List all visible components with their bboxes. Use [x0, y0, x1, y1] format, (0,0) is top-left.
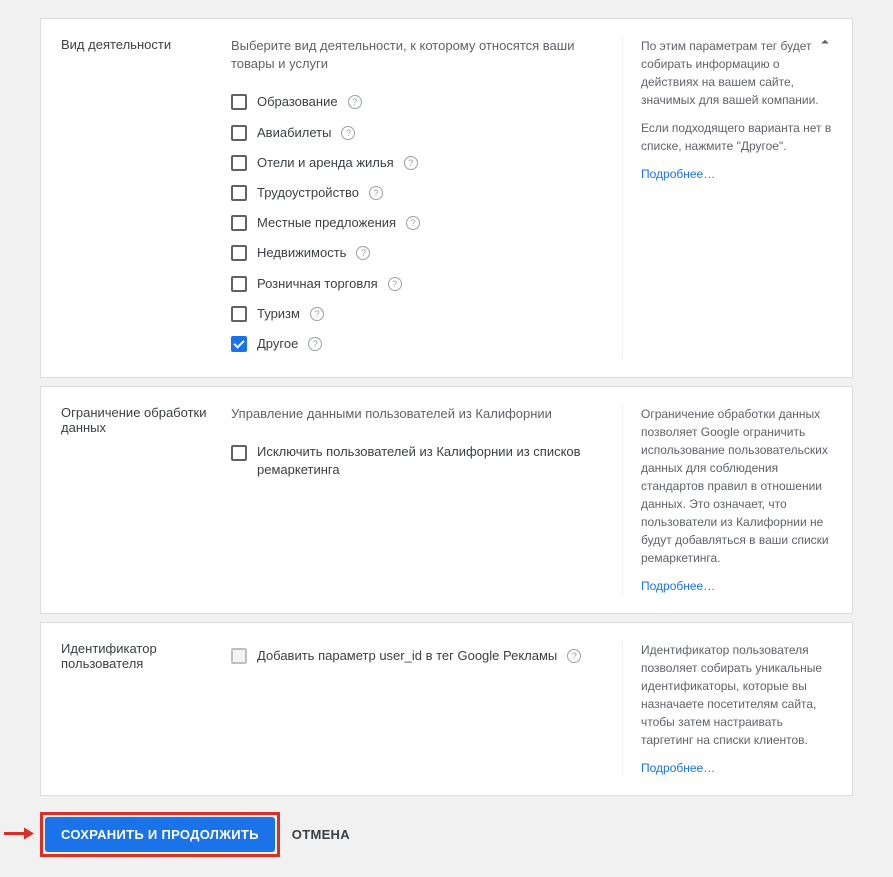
activity-option-checkbox[interactable] [231, 276, 247, 292]
exclude-california-label: Исключить пользователей из Калифорнии из… [257, 443, 612, 479]
help-icon[interactable] [356, 246, 370, 260]
activity-option-row: Трудоустройство [231, 178, 612, 208]
help-icon[interactable] [308, 337, 322, 351]
help-icon[interactable] [348, 95, 362, 109]
help-icon[interactable] [310, 307, 324, 321]
user-id-checkbox-label: Добавить параметр user_id в тег Google Р… [257, 647, 557, 665]
activity-option-label: Образование [257, 93, 338, 111]
save-button-highlight: СОХРАНИТЬ И ПРОДОЛЖИТЬ [40, 812, 280, 857]
activity-option-checkbox[interactable] [231, 125, 247, 141]
activity-option-checkbox[interactable] [231, 94, 247, 110]
data-restriction-card: Ограничение обработки данных Управление … [40, 386, 853, 614]
activity-learn-more-link[interactable]: Подробнее… [641, 167, 715, 181]
help-icon[interactable] [341, 126, 355, 140]
user-id-row: Добавить параметр user_id в тег Google Р… [231, 641, 612, 671]
user-id-checkbox[interactable] [231, 648, 247, 664]
user-id-card: Идентификатор пользователя Добавить пара… [40, 622, 853, 796]
activity-option-row: Образование [231, 87, 612, 117]
activity-option-checkbox[interactable] [231, 185, 247, 201]
data-restriction-label: Ограничение обработки данных [61, 405, 231, 595]
cancel-button[interactable]: ОТМЕНА [292, 827, 350, 842]
activity-option-label: Трудоустройство [257, 184, 359, 202]
user-id-label: Идентификатор пользователя [61, 641, 231, 777]
activity-option-label: Местные предложения [257, 214, 396, 232]
activity-option-checkbox[interactable] [231, 245, 247, 261]
exclude-california-row: Исключить пользователей из Калифорнии из… [231, 437, 612, 485]
activity-option-row: Недвижимость [231, 238, 612, 268]
exclude-california-checkbox[interactable] [231, 445, 247, 461]
help-icon[interactable] [404, 156, 418, 170]
activity-option-checkbox[interactable] [231, 215, 247, 231]
activity-option-row: Другое [231, 329, 612, 359]
activity-option-row: Авиабилеты [231, 118, 612, 148]
activity-side-panel: По этим параметрам тег будет собирать ин… [622, 37, 832, 359]
activity-option-checkbox[interactable] [231, 336, 247, 352]
activity-option-label: Розничная торговля [257, 275, 378, 293]
help-icon[interactable] [406, 216, 420, 230]
save-continue-button[interactable]: СОХРАНИТЬ И ПРОДОЛЖИТЬ [45, 817, 275, 852]
data-restriction-learn-more-link[interactable]: Подробнее… [641, 579, 715, 593]
activity-option-label: Авиабилеты [257, 124, 331, 142]
activity-type-label: Вид деятельности [61, 37, 231, 359]
activity-option-label: Отели и аренда жилья [257, 154, 394, 172]
activity-option-row: Отели и аренда жилья [231, 148, 612, 178]
help-icon[interactable] [369, 186, 383, 200]
data-restriction-body: Управление данными пользователей из Кали… [231, 405, 622, 595]
button-row: СОХРАНИТЬ И ПРОДОЛЖИТЬ ОТМЕНА [40, 812, 853, 857]
help-icon[interactable] [388, 277, 402, 291]
user-id-learn-more-link[interactable]: Подробнее… [641, 761, 715, 775]
activity-option-label: Туризм [257, 305, 300, 323]
activity-option-row: Розничная торговля [231, 269, 612, 299]
activity-type-card: Вид деятельности Выберите вид деятельнос… [40, 18, 853, 378]
arrow-icon [4, 826, 34, 843]
data-restriction-side: Ограничение обработки данных позволяет G… [622, 405, 832, 595]
activity-option-label: Другое [257, 335, 298, 353]
activity-type-body: Выберите вид деятельности, к которому от… [231, 37, 622, 359]
user-id-side: Идентификатор пользователя позволяет соб… [622, 641, 832, 777]
activity-option-checkbox[interactable] [231, 155, 247, 171]
chevron-up-icon[interactable] [816, 33, 834, 56]
data-restriction-instruction: Управление данными пользователей из Кали… [231, 405, 612, 423]
user-id-help: Идентификатор пользователя позволяет соб… [641, 641, 832, 749]
activity-help-p1: По этим параметрам тег будет собирать ин… [641, 37, 832, 109]
help-icon[interactable] [567, 649, 581, 663]
activity-option-checkbox[interactable] [231, 306, 247, 322]
activity-help-p2: Если подходящего варианта нет в списке, … [641, 119, 832, 155]
activity-option-row: Местные предложения [231, 208, 612, 238]
user-id-body: Добавить параметр user_id в тег Google Р… [231, 641, 622, 777]
data-restriction-help: Ограничение обработки данных позволяет G… [641, 405, 832, 567]
activity-option-label: Недвижимость [257, 244, 346, 262]
activity-instruction: Выберите вид деятельности, к которому от… [231, 37, 612, 73]
activity-option-row: Туризм [231, 299, 612, 329]
